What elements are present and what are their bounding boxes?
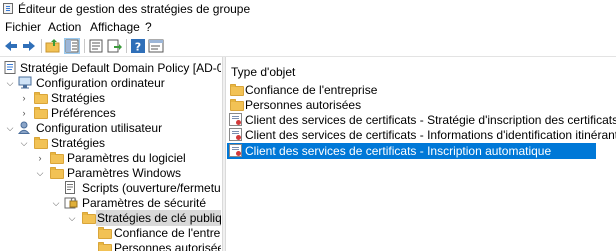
- chevron-expanded-icon[interactable]: ⌵: [5, 78, 15, 88]
- folder-icon: [98, 242, 112, 251]
- help-icon[interactable]: ?: [130, 38, 146, 54]
- list-item[interactable]: Personnes autorisées: [227, 97, 596, 113]
- window-title: Éditeur de gestion des stratégies de gro…: [18, 2, 251, 16]
- toolbar: ?: [0, 36, 616, 56]
- list-item[interactable]: Client des services de certificats - Inf…: [227, 127, 616, 143]
- folder-icon: [50, 167, 64, 179]
- export-list-icon[interactable]: [106, 38, 122, 54]
- certificate-icon: [229, 144, 242, 157]
- title-bar: Éditeur de gestion des stratégies de gro…: [0, 0, 616, 18]
- folder-icon: [50, 152, 64, 164]
- menu-help[interactable]: ?: [145, 20, 152, 34]
- folder-icon: [230, 84, 244, 96]
- folder-icon: [34, 107, 48, 119]
- folder-icon: [98, 227, 112, 239]
- folder-icon: [34, 137, 48, 149]
- chevron-expanded-icon[interactable]: ⌵: [67, 213, 77, 223]
- tree-pane: Stratégie Default Domain Policy [AD-01.G…: [0, 58, 221, 251]
- certificate-icon: [229, 128, 242, 141]
- list-item[interactable]: Client des services de certificats - Str…: [227, 112, 616, 128]
- folder-icon: [82, 212, 96, 224]
- console-icon[interactable]: [148, 38, 164, 54]
- details-pane: Type d'objet Confiance de l'entreprise P…: [226, 57, 616, 251]
- properties-icon[interactable]: [88, 38, 104, 54]
- chevron-collapsed-icon[interactable]: ›: [19, 108, 29, 118]
- menu-fichier[interactable]: Fichier: [5, 20, 41, 34]
- back-icon[interactable]: [3, 38, 19, 54]
- user-icon: [17, 121, 33, 134]
- list-item[interactable]: Confiance de l'entreprise: [227, 82, 596, 98]
- certificate-icon: [229, 113, 242, 126]
- menu-action[interactable]: Action: [48, 20, 81, 34]
- toolbar-separator: [41, 39, 42, 53]
- menu-bar: Fichier Action Affichage ?: [0, 18, 616, 36]
- policy-icon: [4, 61, 19, 74]
- svg-text:?: ?: [135, 41, 141, 54]
- computer-icon: [18, 76, 33, 89]
- folder-icon: [34, 92, 48, 104]
- column-header[interactable]: Type d'objet: [231, 65, 295, 79]
- chevron-collapsed-icon[interactable]: ›: [35, 153, 45, 163]
- toolbar-separator: [126, 39, 127, 53]
- chevron-expanded-icon[interactable]: ⌵: [5, 123, 15, 133]
- folder-icon: [230, 99, 244, 111]
- chevron-collapsed-icon[interactable]: ›: [19, 93, 29, 103]
- chevron-expanded-icon[interactable]: ⌵: [19, 138, 29, 148]
- forward-icon[interactable]: [21, 38, 37, 54]
- chevron-expanded-icon[interactable]: ⌵: [35, 168, 45, 178]
- show-hide-tree-icon[interactable]: [64, 38, 80, 54]
- app-icon: [3, 3, 13, 14]
- list-item-selected[interactable]: Client des services de certificats - Ins…: [227, 143, 596, 159]
- menu-affichage[interactable]: Affichage: [90, 20, 140, 34]
- chevron-expanded-icon[interactable]: ⌵: [51, 198, 61, 208]
- up-folder-icon[interactable]: [45, 38, 61, 54]
- script-icon: [64, 181, 79, 194]
- security-icon: [64, 196, 79, 209]
- toolbar-separator: [84, 39, 85, 53]
